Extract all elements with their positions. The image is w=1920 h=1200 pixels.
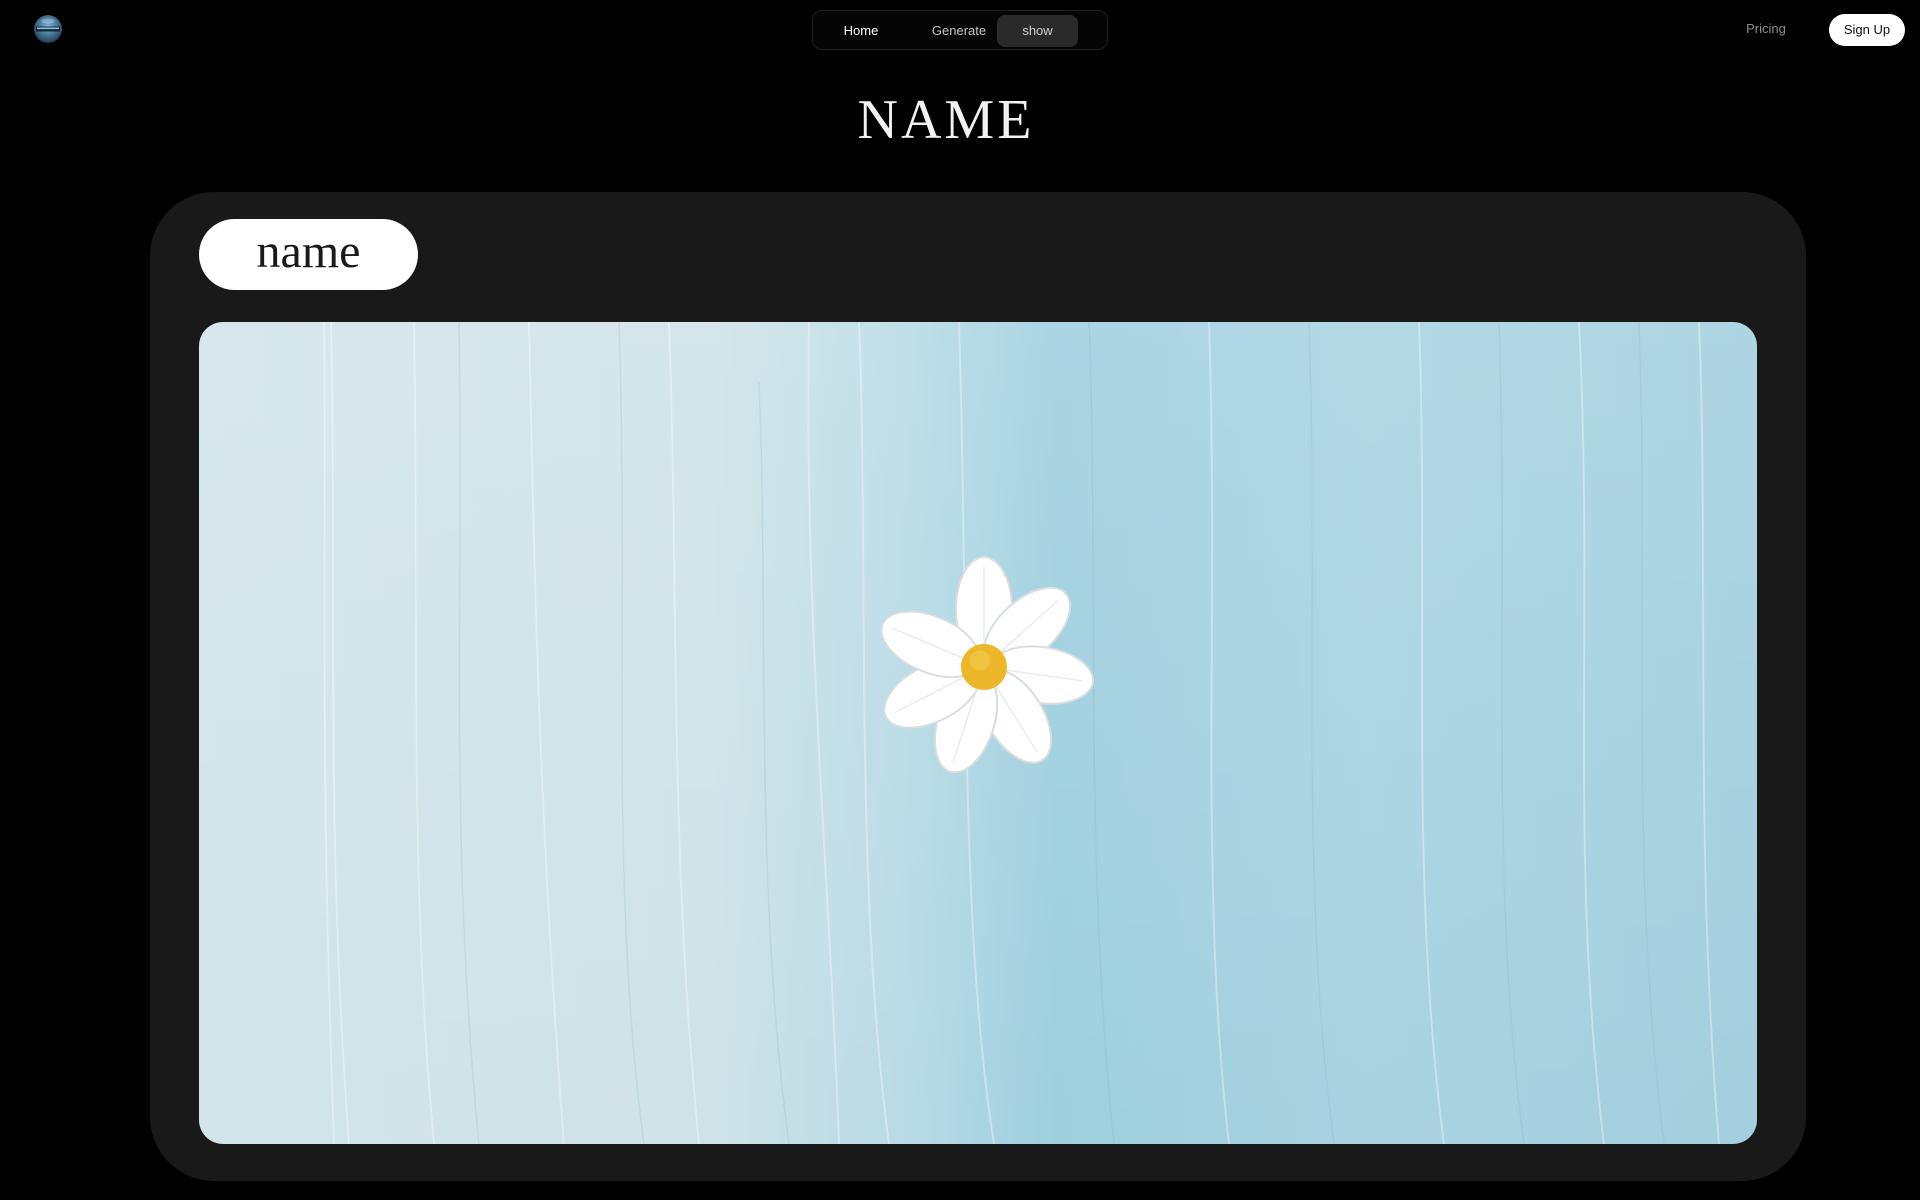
globe-logo-icon[interactable] [34,15,62,43]
main-nav: Home Generate show [812,10,1108,50]
pricing-link[interactable]: Pricing [1740,18,1792,40]
nav-show[interactable]: show [997,15,1078,47]
nav-home[interactable]: Home [831,15,891,47]
page: Home Generate show Pricing Sign Up NAME … [0,0,1920,1200]
daisy-flower-image [199,322,1757,1144]
content-card: name [150,192,1806,1181]
name-pill-button[interactable]: name [199,219,418,290]
nav-generate[interactable]: Generate [917,15,1001,47]
sign-up-button[interactable]: Sign Up [1829,14,1905,46]
page-title: NAME [857,89,1035,151]
